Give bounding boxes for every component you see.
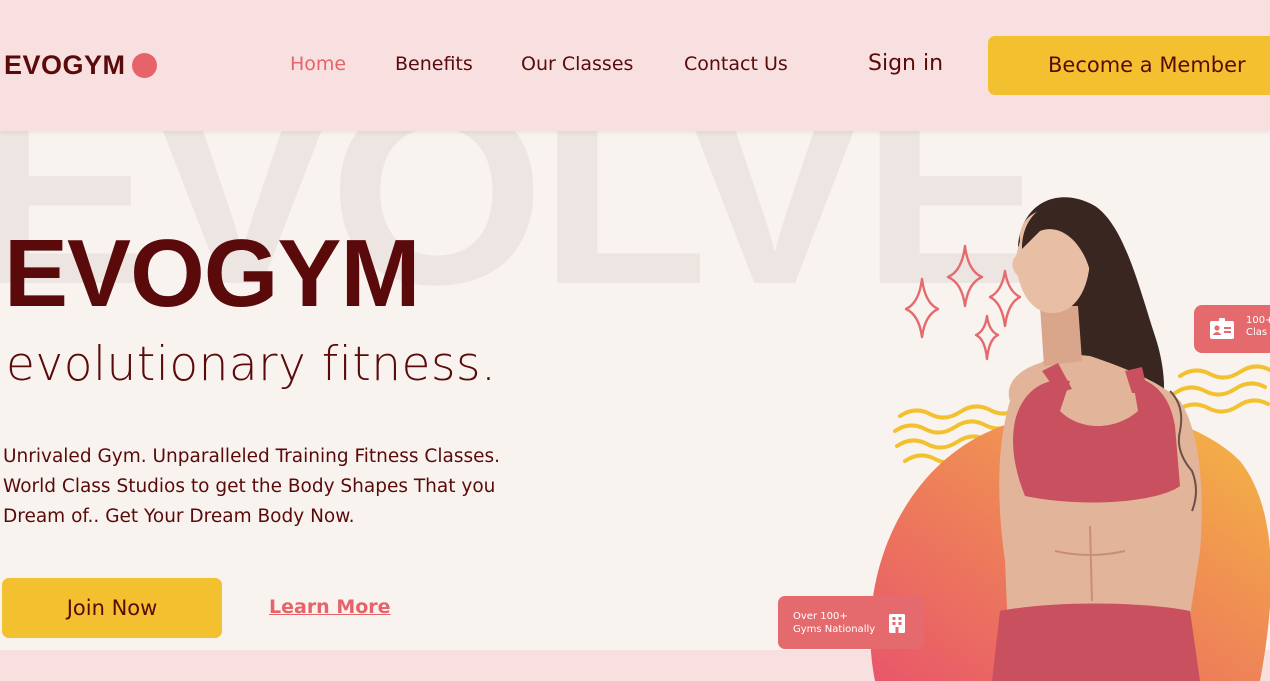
- wave-decoration-right-icon: [1173, 364, 1270, 414]
- hero-title: EVOGYM: [4, 220, 420, 327]
- logo-text: EVOGYM: [4, 50, 126, 80]
- classes-badge-line2: Clas: [1246, 327, 1268, 338]
- gyms-badge-line1: Over 100+: [793, 611, 848, 622]
- learn-more-link[interactable]: Learn More: [269, 596, 391, 618]
- join-now-button[interactable]: Join Now: [2, 578, 222, 638]
- logo[interactable]: EVOGYM: [4, 50, 157, 81]
- classes-badge-line1: 100+: [1246, 315, 1270, 326]
- hero-description: Unrivaled Gym. Unparalleled Training Fit…: [3, 446, 501, 527]
- become-member-button[interactable]: Become a Member: [988, 36, 1270, 95]
- building-icon: [889, 614, 905, 633]
- nav-link-our-classes[interactable]: Our Classes: [521, 53, 633, 75]
- nav-link-benefits[interactable]: Benefits: [395, 53, 473, 75]
- gyms-badge-line2: Gyms Nationally: [793, 624, 876, 635]
- top-navbar: EVOGYM Home Benefits Our Classes Contact…: [0, 0, 1270, 131]
- sign-in-link[interactable]: Sign in: [868, 51, 943, 76]
- gyms-badge: Over 100+ Gyms Nationally: [778, 596, 924, 649]
- id-card-icon: [1210, 318, 1234, 339]
- athlete-figure: [992, 197, 1202, 681]
- classes-badge: 100+ Clas: [1194, 305, 1270, 353]
- logo-dot-icon: [131, 53, 157, 78]
- hero-subtitle: evolutionary fitness.: [6, 337, 497, 392]
- sparkle-icon: [904, 244, 1022, 361]
- nav-link-contact-us[interactable]: Contact Us: [684, 53, 788, 75]
- nav-link-home[interactable]: Home: [290, 53, 346, 75]
